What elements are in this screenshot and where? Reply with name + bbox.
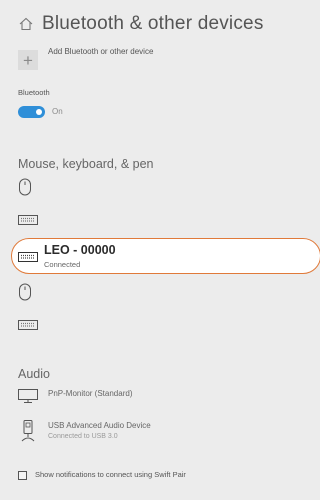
monitor-icon[interactable]: [18, 389, 38, 403]
swift-pair-label[interactable]: Show notifications to connect using Swif…: [35, 470, 186, 479]
audio-device-name[interactable]: USB Advanced Audio Device: [48, 421, 151, 430]
toggle-knob: [36, 109, 42, 115]
home-icon[interactable]: [18, 16, 34, 32]
bluetooth-label: Bluetooth: [18, 88, 50, 97]
page-header: Bluetooth & other devices: [18, 12, 264, 36]
mouse-icon[interactable]: [18, 283, 32, 301]
add-device-label[interactable]: Add Bluetooth or other device: [48, 47, 153, 56]
audio-device-status: Connected to USB 3.0: [48, 433, 118, 440]
plus-icon: +: [23, 50, 33, 70]
usb-audio-icon[interactable]: [20, 420, 36, 442]
device-name-leo: LEO - 00000: [44, 243, 116, 257]
swift-pair-checkbox[interactable]: [18, 471, 27, 480]
add-device-button[interactable]: +: [18, 50, 38, 70]
section-title-mouse-keyboard-pen: Mouse, keyboard, & pen: [18, 157, 154, 171]
page-title: Bluetooth & other devices: [42, 13, 264, 34]
device-status-leo: Connected: [44, 260, 81, 269]
keyboard-icon: [18, 252, 38, 262]
mouse-icon[interactable]: [18, 178, 32, 196]
keyboard-icon[interactable]: [18, 215, 38, 225]
keyboard-icon[interactable]: [18, 320, 38, 330]
audio-device-name[interactable]: PnP-Monitor (Standard): [48, 389, 132, 398]
bluetooth-toggle-state: On: [52, 107, 63, 116]
section-title-audio: Audio: [18, 367, 50, 381]
bluetooth-toggle[interactable]: [18, 106, 45, 118]
